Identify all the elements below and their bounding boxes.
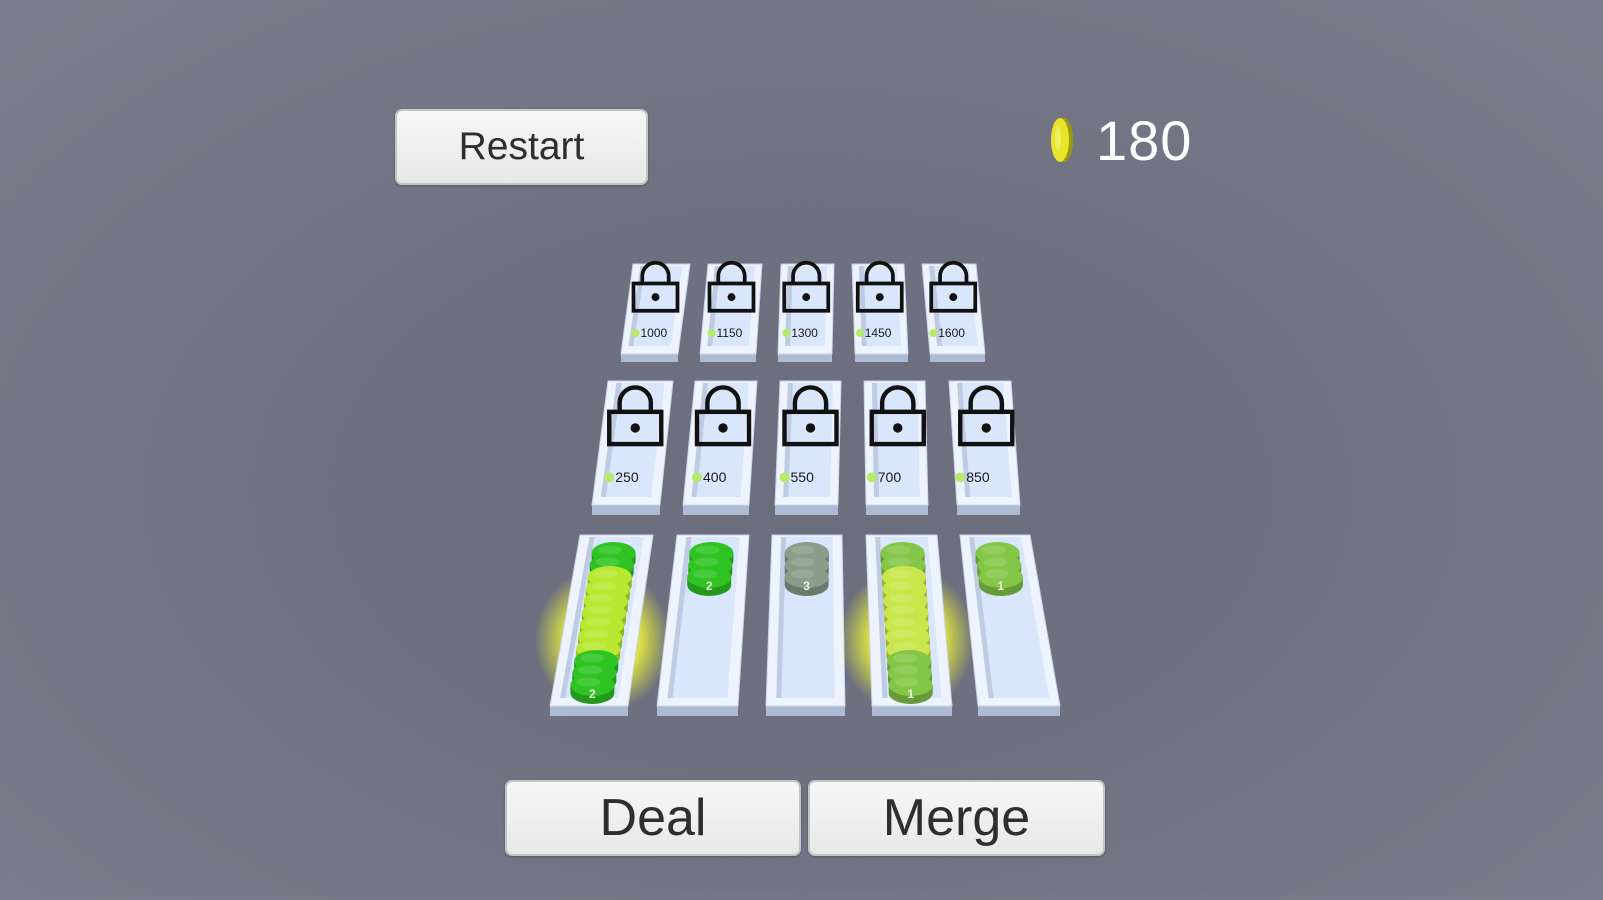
price-label: 250 — [615, 469, 639, 485]
gold-coin-icon — [1051, 118, 1073, 162]
board-svg: 1000 1150 1300 1450 1600 250 400 550 700 850 2 2 3… — [534, 260, 1061, 716]
coin-icon — [779, 472, 790, 483]
locked-slot[interactable]: 1150 — [699, 260, 763, 362]
price-label: 400 — [703, 469, 727, 485]
chip-number: 1 — [907, 687, 914, 701]
locked-row-middle: 250 400 550 700 850 — [591, 380, 1021, 515]
coin-icon — [707, 329, 716, 338]
locked-row-back: 1000 1150 1300 1450 1600 — [620, 260, 986, 362]
price-label: 1150 — [717, 326, 743, 340]
chip-number: 1 — [998, 579, 1005, 593]
chip-slot[interactable]: 1 — [959, 534, 1061, 716]
locked-slot[interactable]: 850 — [948, 380, 1021, 515]
price-label: 700 — [878, 469, 902, 485]
chip-number: 2 — [589, 687, 596, 701]
coin-icon — [955, 472, 966, 483]
locked-slot[interactable]: 1450 — [851, 260, 909, 362]
locked-slot[interactable]: 1300 — [777, 260, 835, 362]
price-label: 1300 — [791, 326, 818, 340]
coin-counter: 180 — [1048, 108, 1192, 172]
price-label: 1450 — [865, 326, 892, 340]
chip-number: 2 — [706, 579, 713, 593]
price-label: 1000 — [641, 326, 668, 340]
price-label: 550 — [791, 469, 815, 485]
coin-icon — [782, 329, 791, 338]
price-label: 850 — [966, 469, 990, 485]
coin-icon — [604, 472, 615, 483]
coin-icon — [855, 329, 864, 338]
price-label: 1600 — [938, 326, 965, 340]
locked-slot[interactable]: 1000 — [620, 260, 691, 362]
chip-slot[interactable]: 1 — [838, 534, 975, 716]
coin-icon — [929, 329, 938, 338]
locked-slot[interactable]: 400 — [682, 380, 758, 515]
locked-slot[interactable]: 550 — [774, 380, 842, 515]
coin-count: 180 — [1096, 108, 1193, 172]
coin-icon — [692, 472, 702, 483]
merge-button[interactable]: Merge — [808, 780, 1105, 856]
chip-slot[interactable]: 2 — [534, 534, 671, 716]
deal-button[interactable]: Deal — [505, 780, 801, 856]
active-row: 2 2 3 1 1 — [534, 534, 1061, 716]
locked-slot[interactable]: 250 — [591, 380, 674, 515]
locked-slot[interactable]: 700 — [863, 380, 929, 515]
coin-icon — [866, 472, 877, 483]
restart-button[interactable]: Restart — [395, 109, 648, 185]
chip-slot[interactable]: 3 — [765, 534, 846, 716]
chip-number: 3 — [803, 579, 810, 593]
coin-icon — [631, 329, 640, 338]
game-board: 1000 1150 1300 1450 1600 250 400 550 700 850 2 2 3… — [0, 0, 1603, 895]
chip-slot[interactable]: 2 — [656, 534, 750, 716]
locked-slot[interactable]: 1600 — [921, 260, 986, 362]
